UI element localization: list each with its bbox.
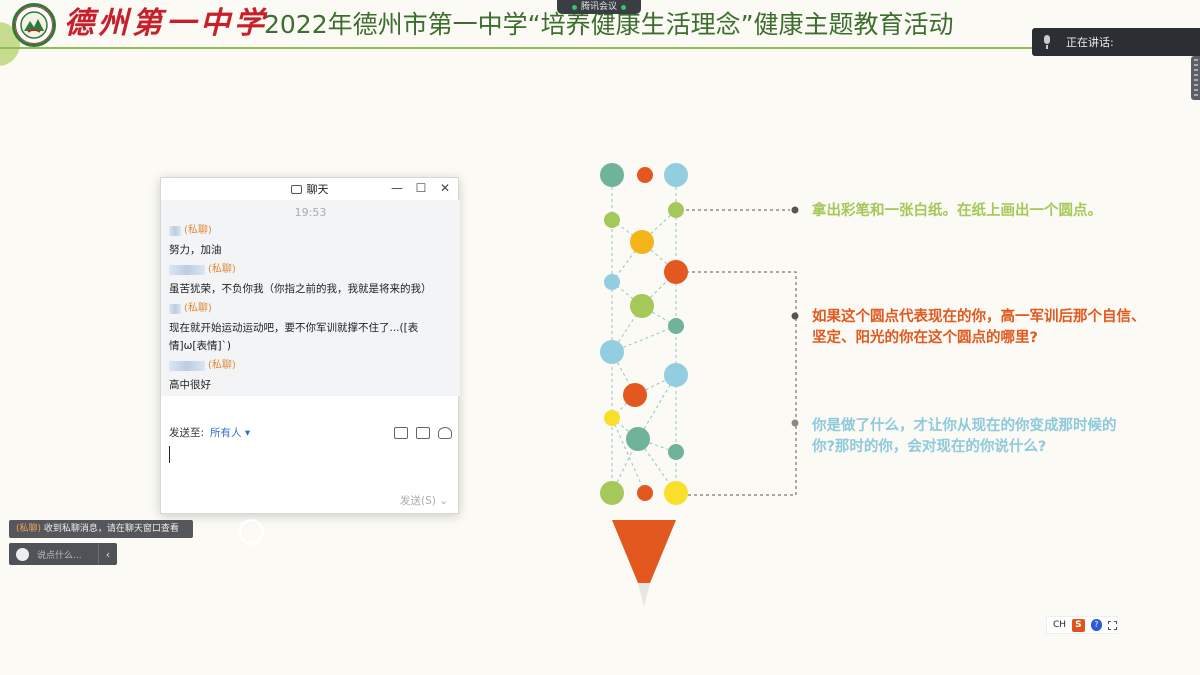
private-tag: (私聊)	[184, 303, 212, 314]
message-text: 努力，加油	[169, 244, 222, 256]
maximize-button[interactable]: ☐	[414, 181, 428, 195]
meeting-app-tab[interactable]: 腾讯会议	[557, 0, 641, 14]
help-icon[interactable]: ?	[1090, 619, 1103, 631]
chat-message: (私聊) 高中很好	[161, 359, 460, 394]
sender-name-redacted	[169, 361, 205, 371]
statement-1: 拿出彩笔和一张白纸。在纸上画出一个圆点。	[812, 203, 1102, 219]
send-target-row: 发送至: 所有人 ▾	[161, 425, 460, 440]
sender-name-redacted	[169, 304, 181, 314]
send-to-dropdown[interactable]: 所有人 ▾	[210, 425, 250, 440]
screenshot-icon[interactable]	[416, 426, 430, 439]
quick-chat-box[interactable]: 说点什么... ‹	[9, 543, 117, 565]
school-logo-text: 德州第一中学	[64, 6, 268, 41]
private-tag: (私聊)	[184, 225, 212, 236]
ime-toolbar[interactable]: CH S ?	[1046, 616, 1118, 634]
file-icon[interactable]	[394, 426, 408, 439]
meeting-app-label: 腾讯会议	[580, 2, 617, 12]
chat-timestamp: 19:53	[294, 206, 327, 219]
speaking-indicator: 正在讲话:	[1032, 28, 1200, 56]
statement-2: 如果这个圆点代表现在的你，高一军训后那个自信、坚定、阳光的你在这个圆点的哪里?	[812, 309, 1146, 346]
header-divider	[0, 47, 1040, 49]
fullscreen-icon[interactable]	[1108, 620, 1117, 630]
speaking-label: 正在讲话:	[1066, 36, 1114, 49]
emoji-icon[interactable]	[16, 547, 29, 561]
chat-history[interactable]: 19:53 (私聊) 努力，加油 (私聊) 虽苦犹荣，不负你我（你指之前的我，我…	[161, 200, 460, 396]
message-text: 现在就开始运动运动吧，要不你军训就撑不住了...([表情]ω[表情]`)	[169, 322, 419, 352]
sender-name-redacted	[169, 226, 181, 236]
chat-message: (私聊) 虽苦犹荣，不负你我（你指之前的我，我就是将来的我）	[161, 263, 460, 298]
private-tag: (私聊)	[208, 264, 236, 275]
private-message-notice[interactable]: (私聊) 收到私聊消息，请在聊天窗口查看	[9, 520, 193, 538]
minimize-button[interactable]: —	[390, 181, 404, 195]
faint-toolbar-icon	[238, 519, 264, 545]
close-button[interactable]: ✕	[438, 181, 452, 195]
message-text: 高中很好	[169, 379, 211, 391]
chat-message: (私聊) 努力，加油	[161, 224, 460, 259]
microphone-icon	[1042, 35, 1052, 49]
person-icon[interactable]	[438, 426, 452, 439]
send-to-label: 发送至:	[169, 427, 205, 439]
quick-chat-placeholder[interactable]: 说点什么...	[37, 548, 82, 561]
statement-3: 你是做了什么，才让你从现在的你变成那时候的你?那时的你，会对现在的你说什么?	[812, 418, 1117, 455]
chat-input[interactable]	[169, 446, 170, 463]
ime-logo-icon[interactable]: S	[1072, 618, 1085, 632]
chat-bubble-icon	[290, 184, 302, 194]
status-dot-icon	[621, 4, 626, 10]
sender-name-redacted	[169, 265, 205, 275]
side-panel-handle[interactable]	[1191, 56, 1200, 100]
chat-title: 聊天	[306, 183, 329, 196]
message-text: 虽苦犹荣，不负你我（你指之前的我，我就是将来的我）	[169, 283, 432, 295]
notice-text: 收到私聊消息，请在聊天窗口查看	[43, 524, 179, 534]
school-emblem-icon	[12, 3, 56, 47]
dot-pencil-diagram	[600, 163, 799, 607]
send-button[interactable]: 发送(S) ⌄	[400, 493, 448, 508]
private-tag: (私聊)	[208, 360, 236, 371]
chat-window[interactable]: 聊天 — ☐ ✕ 19:53 (私聊) 努力，加油 (私聊) 虽苦犹荣，不负你我…	[160, 177, 460, 514]
chat-titlebar[interactable]: 聊天 — ☐ ✕	[161, 178, 458, 200]
status-dot-icon	[571, 4, 577, 10]
chat-message: (私聊) 现在就开始运动运动吧，要不你军训就撑不住了...([表情]ω[表情]`…	[161, 302, 460, 355]
ime-language[interactable]: CH	[1053, 620, 1066, 630]
collapse-chevron-icon[interactable]: ‹	[99, 548, 117, 561]
